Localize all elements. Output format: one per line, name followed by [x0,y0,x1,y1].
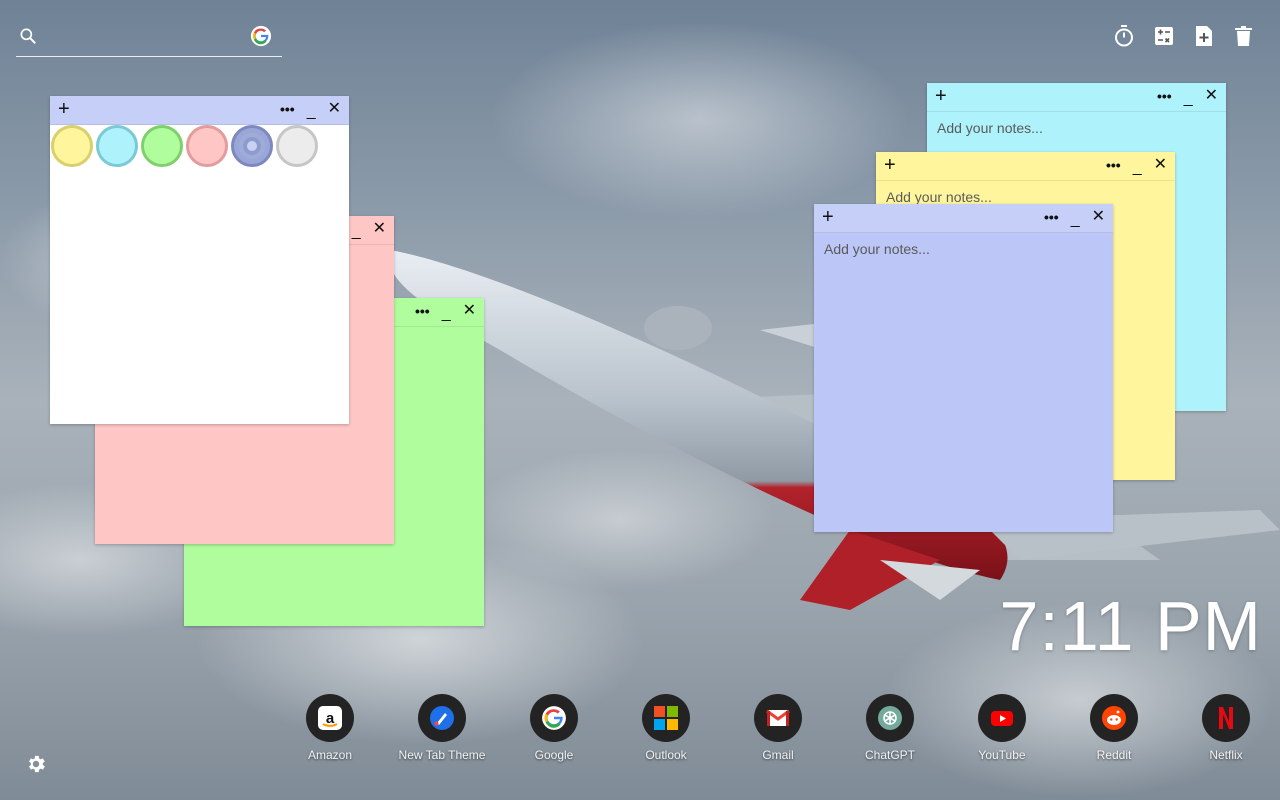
shortcut-outlook[interactable]: Outlook [610,694,722,762]
close-icon[interactable]: ✕ [1092,208,1105,226]
shortcut-label: Google [534,748,574,762]
minimize-icon[interactable]: _ [442,305,451,323]
swatch-gray[interactable] [276,125,318,167]
netflix-icon[interactable] [1202,694,1250,742]
shortcut-label: Gmail [762,748,794,762]
minimize-icon[interactable]: _ [1071,211,1080,229]
shortcut-chatgpt[interactable]: ChatGPT [834,694,946,762]
color-picker [50,124,319,168]
note-toolbar: + ••• _ ✕ [814,204,1113,233]
note-textarea[interactable] [814,232,1113,532]
shortcut-youtube[interactable]: YouTube [946,694,1058,762]
note-options-icon[interactable]: ••• [1157,87,1172,105]
google-search-icon[interactable] [250,25,272,47]
shortcut-label: Netflix [1209,748,1243,762]
trash-icon[interactable] [1233,24,1254,48]
amazon-icon[interactable]: a [306,694,354,742]
shortcut-label: New Tab Theme [398,748,486,762]
close-icon[interactable]: ✕ [1205,87,1218,105]
chatgpt-icon[interactable] [866,694,914,742]
top-toolbar [1113,24,1254,48]
shortcut-label: ChatGPT [864,748,915,762]
shortcut-netflix[interactable]: Netflix [1170,694,1280,762]
note-toolbar: + ••• _ ✕ [50,96,349,125]
minimize-icon[interactable]: _ [1184,90,1193,108]
search-input[interactable] [46,26,260,50]
shortcut-amazon[interactable]: a Amazon [274,694,386,762]
search-bar [16,20,282,57]
note-options-icon[interactable]: ••• [415,302,430,320]
shortcut-label: Reddit [1096,748,1132,762]
newtab-theme-icon[interactable] [418,694,466,742]
youtube-icon[interactable] [978,694,1026,742]
add-note-plus-icon[interactable]: + [884,155,896,175]
minimize-icon[interactable]: _ [352,223,361,241]
note-options-icon[interactable]: ••• [1106,156,1121,174]
swatch-cyan[interactable] [96,125,138,167]
calculator-icon[interactable] [1153,24,1174,48]
swatch-pink[interactable] [186,125,228,167]
minimize-icon[interactable]: _ [307,103,316,121]
swatch-blue[interactable] [231,125,273,167]
close-icon[interactable]: ✕ [373,220,386,238]
gmail-icon[interactable] [754,694,802,742]
swatch-yellow[interactable] [51,125,93,167]
close-icon[interactable]: ✕ [328,100,341,118]
shortcut-new-tab-theme[interactable]: New Tab Theme [386,694,498,762]
add-note-plus-icon[interactable]: + [935,86,947,106]
google-icon[interactable] [530,694,578,742]
note-toolbar: + ••• _ ✕ [927,83,1226,112]
minimize-icon[interactable]: _ [1133,159,1142,177]
note-options-icon[interactable]: ••• [1044,208,1059,226]
note-toolbar: + ••• _ ✕ [876,152,1175,181]
selected-indicator [247,141,257,151]
clock-time: 7:11 PM [999,587,1262,665]
shortcut-dock: a Amazon New Tab Theme Google Outlook Gmail Ch… [274,694,1280,762]
add-note-plus-icon[interactable]: + [58,99,70,119]
shortcut-label: YouTube [978,748,1026,762]
swatch-green[interactable] [141,125,183,167]
close-icon[interactable]: ✕ [1154,156,1167,174]
note-options-icon[interactable]: ••• [280,100,295,118]
timer-icon[interactable] [1113,24,1134,48]
add-note-icon[interactable] [1193,24,1214,48]
close-icon[interactable]: ✕ [463,302,476,320]
shortcut-reddit[interactable]: Reddit [1058,694,1170,762]
note-blue: + ••• _ ✕ [814,204,1113,532]
note-white-color-picker: + ••• _ ✕ [50,96,349,424]
reddit-icon[interactable] [1090,694,1138,742]
shortcut-gmail[interactable]: Gmail [722,694,834,762]
shortcut-label: Outlook [645,748,687,762]
add-note-plus-icon[interactable]: + [822,207,834,227]
settings-gear-icon[interactable] [25,753,47,775]
shortcut-google[interactable]: Google [498,694,610,762]
shortcut-label: Amazon [307,748,353,762]
search-icon[interactable] [18,26,38,46]
outlook-icon[interactable] [642,694,690,742]
